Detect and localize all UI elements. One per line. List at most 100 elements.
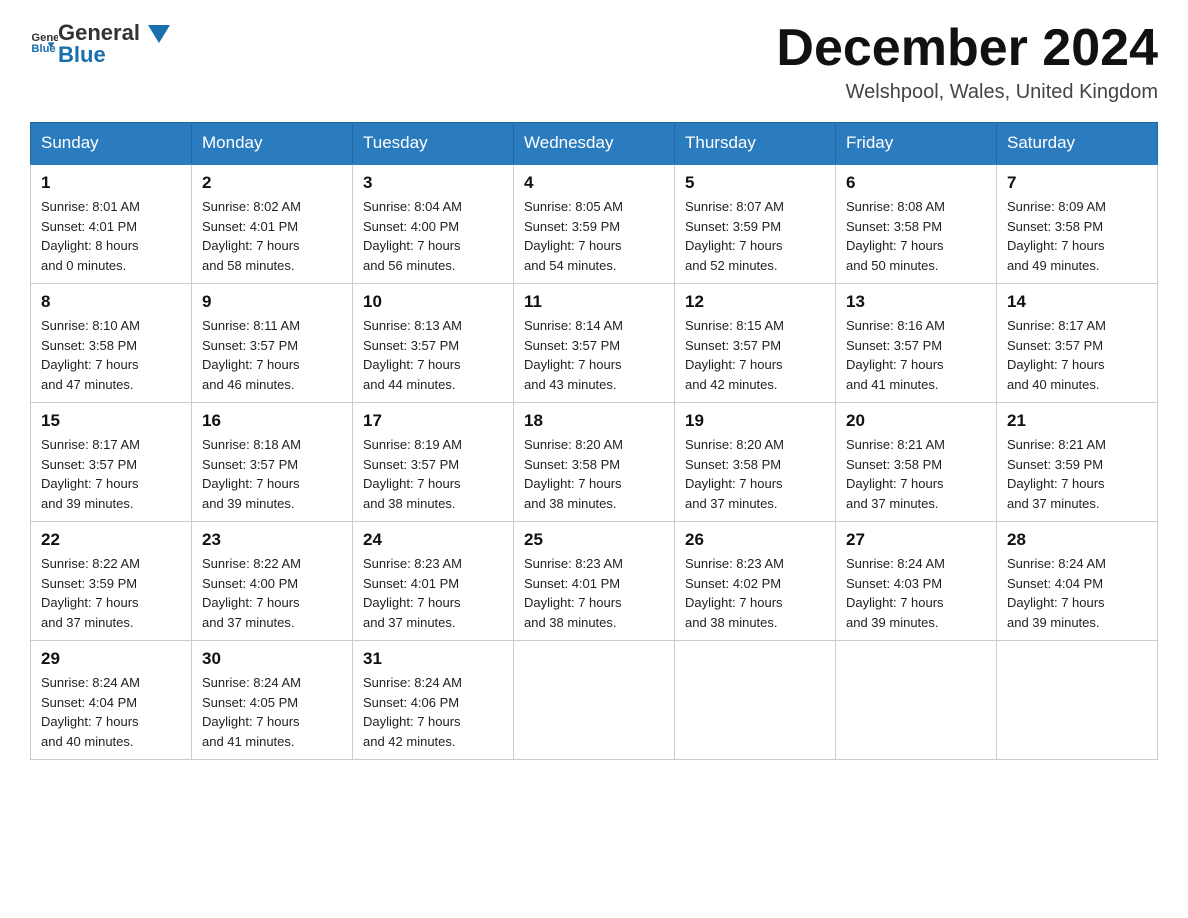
table-row: 10 Sunrise: 8:13 AMSunset: 3:57 PMDaylig… [353, 284, 514, 403]
table-row: 23 Sunrise: 8:22 AMSunset: 4:00 PMDaylig… [192, 522, 353, 641]
table-row: 30 Sunrise: 8:24 AMSunset: 4:05 PMDaylig… [192, 641, 353, 760]
table-row [675, 641, 836, 760]
day-info: Sunrise: 8:16 AMSunset: 3:57 PMDaylight:… [846, 316, 986, 394]
day-info: Sunrise: 8:23 AMSunset: 4:02 PMDaylight:… [685, 554, 825, 632]
day-number: 10 [363, 292, 503, 312]
day-number: 4 [524, 173, 664, 193]
day-info: Sunrise: 8:15 AMSunset: 3:57 PMDaylight:… [685, 316, 825, 394]
day-info: Sunrise: 8:24 AMSunset: 4:03 PMDaylight:… [846, 554, 986, 632]
month-title: December 2024 [776, 20, 1158, 77]
page-header: General Blue General Blue December 2024 … [30, 20, 1158, 104]
day-number: 14 [1007, 292, 1147, 312]
logo-triangle-icon [148, 25, 170, 43]
table-row: 16 Sunrise: 8:18 AMSunset: 3:57 PMDaylig… [192, 403, 353, 522]
day-number: 24 [363, 530, 503, 550]
table-row: 19 Sunrise: 8:20 AMSunset: 3:58 PMDaylig… [675, 403, 836, 522]
table-row: 14 Sunrise: 8:17 AMSunset: 3:57 PMDaylig… [997, 284, 1158, 403]
calendar-week-4: 22 Sunrise: 8:22 AMSunset: 3:59 PMDaylig… [31, 522, 1158, 641]
logo: General Blue General Blue [30, 20, 170, 69]
day-number: 19 [685, 411, 825, 431]
day-info: Sunrise: 8:14 AMSunset: 3:57 PMDaylight:… [524, 316, 664, 394]
day-info: Sunrise: 8:02 AMSunset: 4:01 PMDaylight:… [202, 197, 342, 275]
day-number: 18 [524, 411, 664, 431]
table-row: 6 Sunrise: 8:08 AMSunset: 3:58 PMDayligh… [836, 164, 997, 284]
calendar-week-3: 15 Sunrise: 8:17 AMSunset: 3:57 PMDaylig… [31, 403, 1158, 522]
calendar-week-2: 8 Sunrise: 8:10 AMSunset: 3:58 PMDayligh… [31, 284, 1158, 403]
day-info: Sunrise: 8:24 AMSunset: 4:06 PMDaylight:… [363, 673, 503, 751]
table-row: 28 Sunrise: 8:24 AMSunset: 4:04 PMDaylig… [997, 522, 1158, 641]
table-row [836, 641, 997, 760]
day-number: 2 [202, 173, 342, 193]
day-number: 8 [41, 292, 181, 312]
table-row: 22 Sunrise: 8:22 AMSunset: 3:59 PMDaylig… [31, 522, 192, 641]
col-sunday: Sunday [31, 123, 192, 165]
day-info: Sunrise: 8:04 AMSunset: 4:00 PMDaylight:… [363, 197, 503, 275]
table-row: 9 Sunrise: 8:11 AMSunset: 3:57 PMDayligh… [192, 284, 353, 403]
table-row: 12 Sunrise: 8:15 AMSunset: 3:57 PMDaylig… [675, 284, 836, 403]
table-row: 31 Sunrise: 8:24 AMSunset: 4:06 PMDaylig… [353, 641, 514, 760]
day-number: 16 [202, 411, 342, 431]
day-number: 31 [363, 649, 503, 669]
calendar-week-5: 29 Sunrise: 8:24 AMSunset: 4:04 PMDaylig… [31, 641, 1158, 760]
day-number: 30 [202, 649, 342, 669]
day-info: Sunrise: 8:23 AMSunset: 4:01 PMDaylight:… [524, 554, 664, 632]
col-monday: Monday [192, 123, 353, 165]
day-info: Sunrise: 8:11 AMSunset: 3:57 PMDaylight:… [202, 316, 342, 394]
day-number: 23 [202, 530, 342, 550]
table-row: 21 Sunrise: 8:21 AMSunset: 3:59 PMDaylig… [997, 403, 1158, 522]
day-number: 11 [524, 292, 664, 312]
table-row: 2 Sunrise: 8:02 AMSunset: 4:01 PMDayligh… [192, 164, 353, 284]
day-number: 25 [524, 530, 664, 550]
col-wednesday: Wednesday [514, 123, 675, 165]
day-info: Sunrise: 8:24 AMSunset: 4:04 PMDaylight:… [41, 673, 181, 751]
day-info: Sunrise: 8:13 AMSunset: 3:57 PMDaylight:… [363, 316, 503, 394]
day-number: 3 [363, 173, 503, 193]
day-number: 29 [41, 649, 181, 669]
logo-icon: General Blue [30, 27, 58, 55]
table-row: 26 Sunrise: 8:23 AMSunset: 4:02 PMDaylig… [675, 522, 836, 641]
table-row: 18 Sunrise: 8:20 AMSunset: 3:58 PMDaylig… [514, 403, 675, 522]
col-thursday: Thursday [675, 123, 836, 165]
svg-text:General: General [31, 32, 58, 44]
day-info: Sunrise: 8:22 AMSunset: 4:00 PMDaylight:… [202, 554, 342, 632]
day-info: Sunrise: 8:21 AMSunset: 3:58 PMDaylight:… [846, 435, 986, 513]
day-number: 21 [1007, 411, 1147, 431]
day-info: Sunrise: 8:17 AMSunset: 3:57 PMDaylight:… [1007, 316, 1147, 394]
calendar-week-1: 1 Sunrise: 8:01 AMSunset: 4:01 PMDayligh… [31, 164, 1158, 284]
table-row: 11 Sunrise: 8:14 AMSunset: 3:57 PMDaylig… [514, 284, 675, 403]
logo-blue-text: Blue [58, 42, 170, 68]
day-number: 1 [41, 173, 181, 193]
day-info: Sunrise: 8:07 AMSunset: 3:59 PMDaylight:… [685, 197, 825, 275]
day-info: Sunrise: 8:10 AMSunset: 3:58 PMDaylight:… [41, 316, 181, 394]
table-row [514, 641, 675, 760]
table-row [997, 641, 1158, 760]
table-row: 1 Sunrise: 8:01 AMSunset: 4:01 PMDayligh… [31, 164, 192, 284]
day-number: 6 [846, 173, 986, 193]
col-saturday: Saturday [997, 123, 1158, 165]
day-info: Sunrise: 8:22 AMSunset: 3:59 PMDaylight:… [41, 554, 181, 632]
col-tuesday: Tuesday [353, 123, 514, 165]
day-number: 12 [685, 292, 825, 312]
location-text: Welshpool, Wales, United Kingdom [776, 81, 1158, 104]
table-row: 15 Sunrise: 8:17 AMSunset: 3:57 PMDaylig… [31, 403, 192, 522]
day-number: 20 [846, 411, 986, 431]
day-info: Sunrise: 8:01 AMSunset: 4:01 PMDaylight:… [41, 197, 181, 275]
day-number: 15 [41, 411, 181, 431]
day-info: Sunrise: 8:21 AMSunset: 3:59 PMDaylight:… [1007, 435, 1147, 513]
calendar-header-row: Sunday Monday Tuesday Wednesday Thursday… [31, 123, 1158, 165]
table-row: 24 Sunrise: 8:23 AMSunset: 4:01 PMDaylig… [353, 522, 514, 641]
calendar-table: Sunday Monday Tuesday Wednesday Thursday… [30, 122, 1158, 760]
table-row: 5 Sunrise: 8:07 AMSunset: 3:59 PMDayligh… [675, 164, 836, 284]
title-block: December 2024 Welshpool, Wales, United K… [776, 20, 1158, 104]
day-info: Sunrise: 8:08 AMSunset: 3:58 PMDaylight:… [846, 197, 986, 275]
table-row: 13 Sunrise: 8:16 AMSunset: 3:57 PMDaylig… [836, 284, 997, 403]
svg-text:Blue: Blue [31, 43, 55, 55]
table-row: 27 Sunrise: 8:24 AMSunset: 4:03 PMDaylig… [836, 522, 997, 641]
day-number: 26 [685, 530, 825, 550]
day-info: Sunrise: 8:24 AMSunset: 4:05 PMDaylight:… [202, 673, 342, 751]
col-friday: Friday [836, 123, 997, 165]
table-row: 17 Sunrise: 8:19 AMSunset: 3:57 PMDaylig… [353, 403, 514, 522]
day-info: Sunrise: 8:17 AMSunset: 3:57 PMDaylight:… [41, 435, 181, 513]
day-number: 28 [1007, 530, 1147, 550]
day-number: 5 [685, 173, 825, 193]
